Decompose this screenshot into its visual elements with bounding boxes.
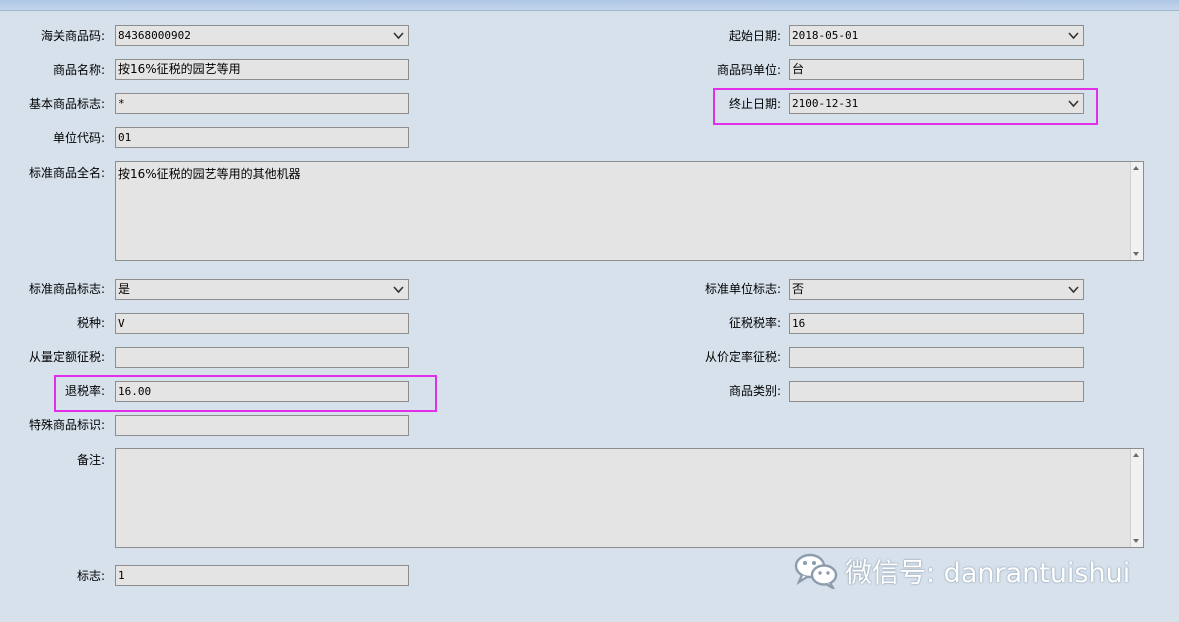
remarks-label: 备注: — [76, 453, 105, 467]
scroll-up-icon[interactable] — [1133, 453, 1139, 457]
unit-code-label: 单位代码: — [52, 131, 105, 145]
refund-rate-highlight — [54, 375, 437, 412]
customs-code-value: 84368000902 — [118, 29, 191, 42]
std-product-flag-select[interactable]: 是 — [115, 279, 409, 300]
basic-flag-field[interactable]: * — [115, 93, 409, 114]
product-name-value: 按16%征税的园艺等用 — [118, 62, 241, 76]
category-label: 商品类别: — [728, 384, 781, 398]
chevron-down-icon[interactable] — [392, 283, 405, 296]
std-product-flag-label: 标准商品标志: — [28, 282, 105, 296]
remarks-scrollbar[interactable] — [1130, 449, 1143, 547]
flag-value: 1 — [118, 569, 125, 582]
window-top-bar — [0, 0, 1179, 11]
special-id-field[interactable] — [115, 415, 409, 436]
value-tax-field[interactable] — [789, 347, 1084, 368]
tax-type-value: V — [118, 317, 125, 330]
code-unit-value: 台 — [792, 62, 805, 76]
product-name-label: 商品名称: — [52, 63, 105, 77]
tax-rate-value: 16 — [792, 317, 806, 330]
std-unit-flag-label: 标准单位标志: — [704, 282, 781, 296]
scroll-up-icon[interactable] — [1133, 166, 1139, 170]
code-unit-label: 商品码单位: — [716, 63, 781, 77]
category-field[interactable] — [789, 381, 1084, 402]
remarks-textarea[interactable] — [115, 448, 1144, 548]
std-unit-flag-value: 否 — [792, 282, 805, 296]
chevron-down-icon[interactable] — [1067, 29, 1080, 42]
tax-rate-field[interactable]: 16 — [789, 313, 1084, 334]
quantity-tax-field[interactable] — [115, 347, 409, 368]
watermark-text: 微信号: danrantuishui — [845, 557, 1131, 589]
special-id-label: 特殊商品标识: — [28, 418, 105, 432]
tax-type-field[interactable]: V — [115, 313, 409, 334]
flag-label: 标志: — [76, 569, 105, 583]
std-unit-flag-select[interactable]: 否 — [789, 279, 1084, 300]
customs-code-select[interactable]: 84368000902 — [115, 25, 409, 46]
std-full-name-value: 按16%征税的园艺等用的其他机器 — [118, 167, 301, 181]
code-unit-field[interactable]: 台 — [789, 59, 1084, 80]
wechat-icon — [794, 553, 838, 589]
value-tax-label: 从价定率征税: — [704, 350, 781, 364]
tax-type-label: 税种: — [76, 316, 105, 330]
quantity-tax-label: 从量定额征税: — [28, 350, 105, 364]
tax-rate-label: 征税税率: — [728, 316, 781, 330]
customs-code-label: 海关商品码: — [40, 29, 105, 43]
watermark: 微信号: danrantuishui — [793, 550, 1130, 590]
start-date-select[interactable]: 2018-05-01 — [789, 25, 1084, 46]
unit-code-field[interactable]: 01 — [115, 127, 409, 148]
std-full-name-scrollbar[interactable] — [1130, 162, 1143, 260]
chevron-down-icon[interactable] — [1067, 283, 1080, 296]
flag-field[interactable]: 1 — [115, 565, 409, 586]
std-product-flag-value: 是 — [118, 282, 131, 296]
unit-code-value: 01 — [118, 131, 132, 144]
scroll-down-icon[interactable] — [1133, 252, 1139, 256]
end-date-highlight — [713, 88, 1098, 125]
std-full-name-label: 标准商品全名: — [28, 166, 105, 180]
chevron-down-icon[interactable] — [392, 29, 405, 42]
basic-flag-value: * — [118, 97, 125, 110]
basic-flag-label: 基本商品标志: — [28, 97, 105, 111]
std-full-name-textarea[interactable]: 按16%征税的园艺等用的其他机器 — [115, 161, 1144, 261]
scroll-down-icon[interactable] — [1133, 539, 1139, 543]
start-date-value: 2018-05-01 — [792, 29, 859, 42]
start-date-label: 起始日期: — [728, 29, 781, 43]
product-name-field[interactable]: 按16%征税的园艺等用 — [115, 59, 409, 80]
